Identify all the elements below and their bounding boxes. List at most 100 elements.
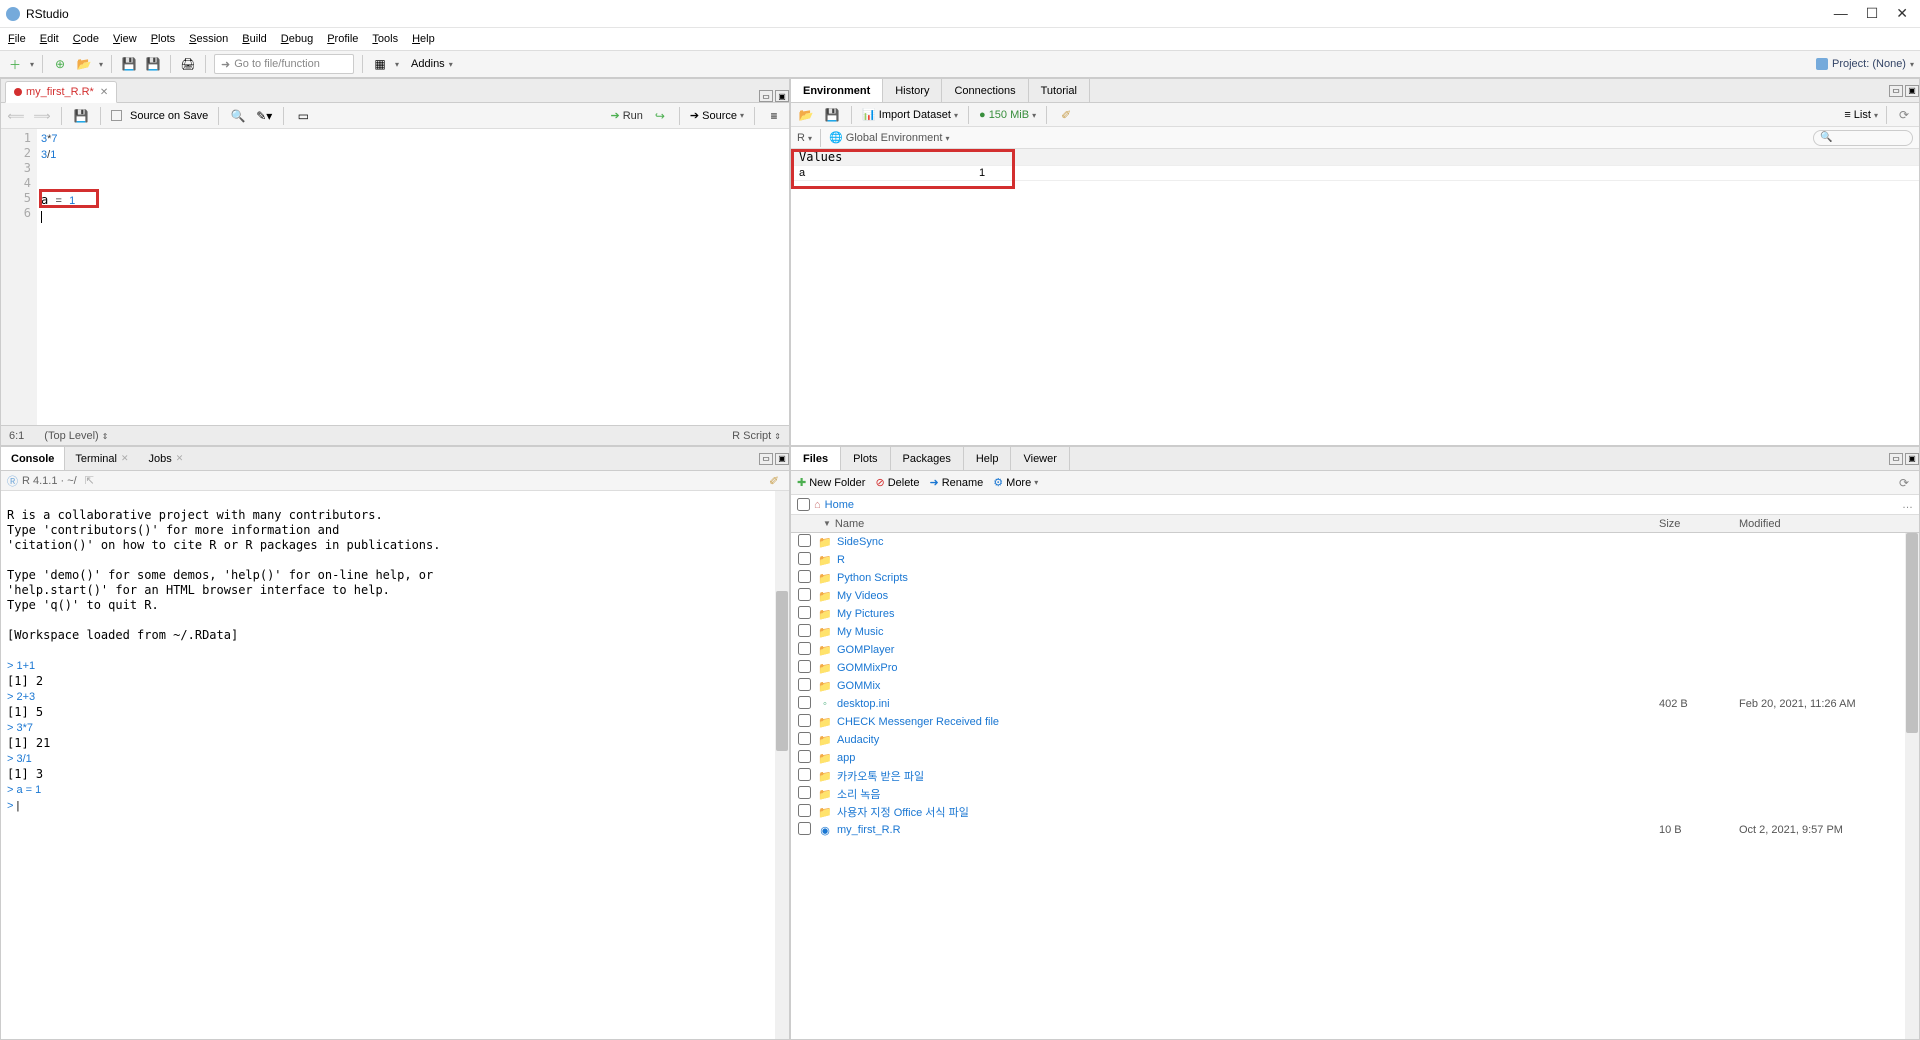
file-row[interactable]: 📁카카오톡 받은 파일 (791, 767, 1919, 785)
source-button[interactable]: ➔Source ▾ (690, 109, 744, 122)
file-row[interactable]: 📁SideSync (791, 533, 1919, 551)
file-row[interactable]: 📁CHECK Messenger Received file (791, 713, 1919, 731)
file-checkbox[interactable] (798, 696, 811, 709)
save-icon[interactable]: 💾 (120, 55, 138, 73)
save-all-icon[interactable]: 💾 (144, 55, 162, 73)
load-workspace-icon[interactable]: 📂 (797, 106, 815, 124)
pane-minimize-button[interactable]: ▭ (1889, 453, 1903, 465)
save-workspace-icon[interactable]: 💾 (823, 106, 841, 124)
view-mode-button[interactable]: ≡ List ▾ (1844, 109, 1878, 121)
file-row[interactable]: 📁app (791, 749, 1919, 767)
file-checkbox[interactable] (798, 534, 811, 547)
refresh-icon[interactable]: ⟳ (1895, 106, 1913, 124)
file-name[interactable]: 사용자 지정 Office 서식 파일 (833, 804, 1659, 820)
tab-help[interactable]: Help (964, 447, 1012, 470)
pane-maximize-button[interactable]: ▣ (1905, 453, 1919, 465)
scrollbar[interactable] (1905, 533, 1919, 1039)
file-row[interactable]: ◦desktop.ini402 BFeb 20, 2021, 11:26 AM (791, 695, 1919, 713)
scope-selector[interactable]: 🌐 Global Environment ▾ (829, 131, 949, 144)
file-row[interactable]: ◉my_first_R.R10 BOct 2, 2021, 9:57 PM (791, 821, 1919, 839)
chevron-down-icon[interactable]: ▾ (30, 60, 34, 69)
chevron-down-icon[interactable]: ▾ (99, 60, 103, 69)
tab-history[interactable]: History (883, 79, 942, 102)
scroll-thumb[interactable] (1906, 533, 1918, 733)
file-checkbox[interactable] (798, 732, 811, 745)
file-checkbox[interactable] (798, 714, 811, 727)
close-tab-icon[interactable]: ✕ (100, 87, 108, 98)
file-checkbox[interactable] (798, 588, 811, 601)
file-name[interactable]: 카카오톡 받은 파일 (833, 768, 1659, 784)
file-row[interactable]: 📁GOMMixPro (791, 659, 1919, 677)
menu-help[interactable]: Help (412, 33, 435, 45)
file-row[interactable]: 📁My Videos (791, 587, 1919, 605)
new-file-icon[interactable]: ＋ (6, 55, 24, 73)
scope-selector[interactable]: (Top Level) ⇕ (44, 430, 108, 442)
file-checkbox[interactable] (798, 678, 811, 691)
tab-viewer[interactable]: Viewer (1011, 447, 1069, 470)
file-row[interactable]: 📁My Pictures (791, 605, 1919, 623)
menu-file[interactable]: File (8, 33, 26, 45)
new-folder-button[interactable]: ✚ New Folder (797, 476, 865, 489)
file-name[interactable]: desktop.ini (833, 698, 1659, 710)
menu-build[interactable]: Build (242, 33, 266, 45)
print-icon[interactable]: 🖨 (179, 55, 197, 73)
back-icon[interactable]: ⟸ (7, 107, 25, 125)
file-name[interactable]: GOMMixPro (833, 662, 1659, 674)
source-tab[interactable]: my_first_R.R* ✕ (5, 81, 117, 103)
file-checkbox[interactable] (798, 804, 811, 817)
file-name[interactable]: Python Scripts (833, 572, 1659, 584)
close-button[interactable]: ✕ (1896, 5, 1908, 22)
delete-button[interactable]: ⊘ Delete (875, 476, 919, 489)
editor[interactable]: 123456 3*73/1a = 1 (1, 129, 789, 425)
col-modified[interactable]: Modified (1739, 518, 1919, 530)
file-checkbox[interactable] (798, 642, 811, 655)
source-on-save-checkbox[interactable] (111, 110, 122, 121)
file-checkbox[interactable] (798, 822, 811, 835)
maximize-button[interactable]: ☐ (1866, 5, 1879, 22)
tab-jobs[interactable]: Jobs ✕ (139, 447, 194, 470)
close-icon[interactable]: ✕ (176, 453, 184, 464)
col-name[interactable]: Name (835, 518, 864, 530)
lang-selector[interactable]: R Script ⇕ (732, 430, 781, 442)
forward-icon[interactable]: ⟹ (33, 107, 51, 125)
file-name[interactable]: My Videos (833, 590, 1659, 602)
menu-debug[interactable]: Debug (281, 33, 313, 45)
goto-file-input[interactable]: ➜ Go to file/function (214, 54, 354, 74)
file-name[interactable]: R (833, 554, 1659, 566)
file-name[interactable]: SideSync (833, 536, 1659, 548)
popup-console-icon[interactable]: ⇱ (85, 474, 94, 487)
compile-icon[interactable]: ▭ (294, 107, 312, 125)
file-name[interactable]: GOMMix (833, 680, 1659, 692)
refresh-icon[interactable]: ⟳ (1895, 474, 1913, 492)
file-row[interactable]: 📁R (791, 551, 1919, 569)
file-name[interactable]: My Music (833, 626, 1659, 638)
file-checkbox[interactable] (798, 768, 811, 781)
col-size[interactable]: Size (1659, 518, 1739, 530)
pane-minimize-button[interactable]: ▭ (759, 90, 773, 102)
file-name[interactable]: CHECK Messenger Received file (833, 716, 1659, 728)
menu-plots[interactable]: Plots (151, 33, 175, 45)
addins-menu[interactable]: Addins ▾ (405, 54, 459, 74)
file-checkbox[interactable] (798, 570, 811, 583)
more-breadcrumb-icon[interactable]: … (1902, 499, 1913, 511)
file-row[interactable]: 📁사용자 지정 Office 서식 파일 (791, 803, 1919, 821)
file-name[interactable]: GOMPlayer (833, 644, 1659, 656)
file-checkbox[interactable] (798, 606, 811, 619)
file-name[interactable]: My Pictures (833, 608, 1659, 620)
broom-icon[interactable]: ✐ (1057, 106, 1075, 124)
pane-maximize-button[interactable]: ▣ (775, 453, 789, 465)
open-file-icon[interactable]: 📂 (75, 55, 93, 73)
file-checkbox[interactable] (798, 552, 811, 565)
lang-selector[interactable]: R ▾ (797, 132, 812, 144)
env-search-input[interactable]: 🔍 (1813, 130, 1913, 146)
pane-maximize-button[interactable]: ▣ (775, 90, 789, 102)
file-row[interactable]: 📁Python Scripts (791, 569, 1919, 587)
tab-connections[interactable]: Connections (942, 79, 1028, 102)
file-row[interactable]: 📁소리 녹음 (791, 785, 1919, 803)
menu-code[interactable]: Code (73, 33, 99, 45)
home-icon[interactable]: ⌂ (814, 499, 821, 511)
pane-maximize-button[interactable]: ▣ (1905, 85, 1919, 97)
menu-edit[interactable]: Edit (40, 33, 59, 45)
console-output[interactable]: R is a collaborative project with many c… (1, 491, 789, 1039)
file-checkbox[interactable] (798, 624, 811, 637)
